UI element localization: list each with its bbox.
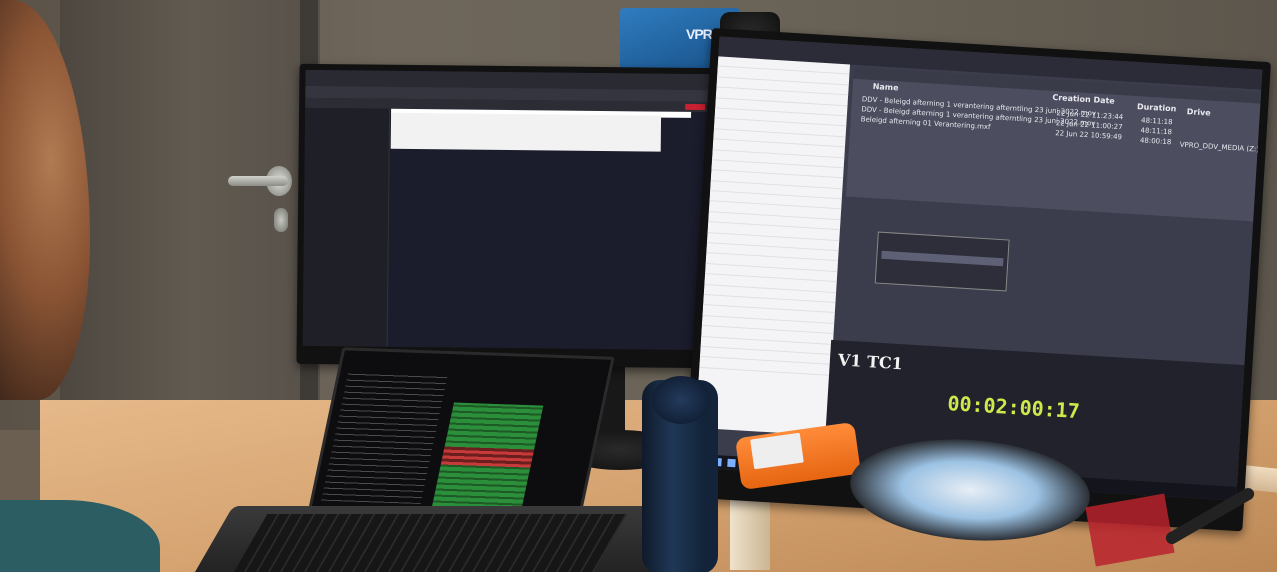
column-header-name[interactable]: Name bbox=[872, 82, 898, 93]
column-header-creation-date[interactable]: Creation Date bbox=[1052, 93, 1115, 106]
door-handle bbox=[228, 176, 288, 186]
web-page-content bbox=[390, 112, 662, 152]
progress-dialog bbox=[874, 231, 1010, 292]
red-button bbox=[685, 103, 706, 111]
clip-duration: 48:11:18 bbox=[1140, 116, 1173, 127]
water-bottle-cap bbox=[652, 376, 710, 424]
clip-duration: 48:11:18 bbox=[1140, 126, 1173, 137]
door-lock bbox=[274, 208, 288, 232]
right-monitor-screen: Name Creation Date Duration Drive DDV - … bbox=[693, 36, 1263, 501]
clip-duration: 48:00:18 bbox=[1139, 136, 1172, 147]
clip-date: 22 Jun 22 10:59:49 bbox=[1054, 129, 1123, 142]
bin-panel: Name Creation Date Duration Drive DDV - … bbox=[845, 66, 1262, 222]
progress-bar bbox=[881, 250, 1004, 267]
left-monitor-screen bbox=[302, 69, 712, 351]
bin-list-panel bbox=[695, 56, 851, 436]
track-label: V1 TC1 bbox=[837, 350, 904, 374]
column-header-duration[interactable]: Duration bbox=[1137, 102, 1177, 113]
laptop-keyboard bbox=[232, 514, 628, 572]
column-header-drive[interactable]: Drive bbox=[1187, 107, 1211, 117]
taskbar-app-icon[interactable] bbox=[727, 458, 736, 468]
laptop-red-rows bbox=[440, 446, 535, 468]
left-monitor bbox=[296, 63, 718, 369]
browser-side-panel bbox=[302, 107, 391, 347]
laptop-terminal-text bbox=[321, 370, 448, 505]
clip-drive: VPRO_DDV_MEDIA (Z:) bbox=[1179, 140, 1260, 154]
photo-scene: VPRO Name Creation Date Duration Drive D… bbox=[0, 0, 1277, 572]
